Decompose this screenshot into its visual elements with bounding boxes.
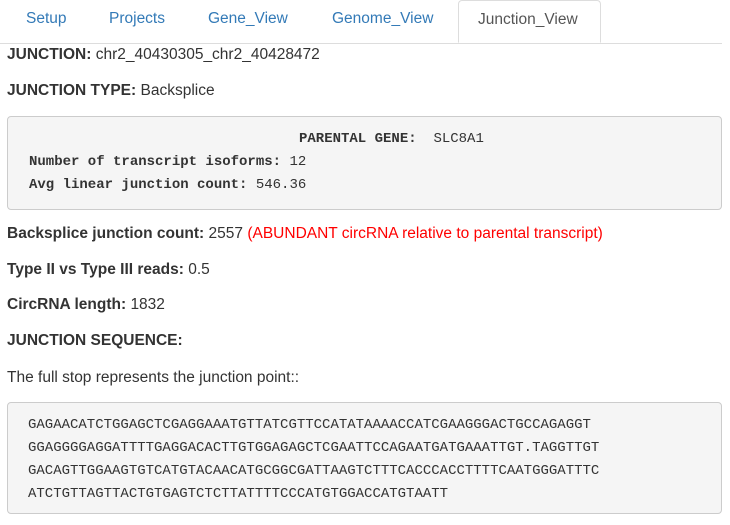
type-reads-row: Type II vs Type III reads: 0.5	[7, 261, 210, 279]
tab-projects[interactable]: Projects	[109, 0, 165, 38]
tab-setup[interactable]: Setup	[26, 0, 67, 38]
tab-genome-view[interactable]: Genome_View	[332, 0, 433, 38]
backsplice-count-row: Backsplice junction count: 2557 (ABUNDAN…	[7, 225, 603, 243]
type-reads-value: 0.5	[188, 261, 210, 278]
sequence-line: ATCTGTTAGTTACTGTGAGTCTCTTATTTTCCCATGTGGA…	[28, 486, 449, 502]
junction-sequence-heading: JUNCTION SEQUENCE:	[7, 332, 183, 350]
junction-sequence-label: JUNCTION SEQUENCE:	[7, 332, 183, 349]
junction-value: chr2_40430305_chr2_40428472	[95, 46, 320, 63]
parental-gene-value: SLC8A1	[433, 131, 484, 147]
avg-linear-label: Avg linear junction count:	[29, 177, 248, 193]
parental-gene-label: PARENTAL GENE:	[299, 131, 417, 147]
junction-sequence-description: The full stop represents the junction po…	[7, 369, 300, 386]
backsplice-count-label: Backsplice junction count:	[7, 225, 205, 242]
backsplice-count-value: 2557	[208, 225, 244, 242]
sequence-line: GGAGGGGAGGATTTTGAGGACACTTGTGGAGAGCTCGAAT…	[28, 440, 600, 456]
parental-gene-box: PARENTAL GENE: SLC8A1 Number of transcri…	[7, 116, 722, 210]
circrna-length-value: 1832	[130, 296, 165, 313]
junction-label: JUNCTION:	[7, 46, 92, 63]
junction-type-label: JUNCTION TYPE:	[7, 82, 137, 99]
sequence-box: GAGAACATCTGGAGCTCGAGGAAATGTTATCGTTCCATAT…	[7, 402, 722, 514]
circrna-length-label: CircRNA length:	[7, 296, 127, 313]
junction-row: JUNCTION: chr2_40430305_chr2_40428472	[7, 46, 320, 64]
parental-gene-row: PARENTAL GENE: SLC8A1	[299, 131, 484, 147]
avg-linear-value: 546.36	[255, 177, 307, 193]
sequence-line: GAGAACATCTGGAGCTCGAGGAAATGTTATCGTTCCATAT…	[28, 417, 591, 433]
sequence-line: GACAGTTGGAAGTGTCATGTACAACATGCGGCGATTAAGT…	[28, 463, 600, 479]
junction-type-value: Backsplice	[140, 82, 215, 99]
avg-linear-row: Avg linear junction count: 546.36	[29, 177, 306, 193]
isoforms-row: Number of transcript isoforms: 12	[29, 154, 306, 170]
abundance-note: (ABUNDANT circRNA relative to parental t…	[247, 225, 603, 242]
tab-junction-view[interactable]: Junction_View	[458, 0, 601, 43]
tab-gene-view[interactable]: Gene_View	[208, 0, 288, 38]
isoforms-label: Number of transcript isoforms:	[29, 154, 282, 170]
type-reads-label: Type II vs Type III reads:	[7, 261, 184, 278]
circrna-length-row: CircRNA length: 1832	[7, 296, 165, 314]
nav-tabs: Setup Projects Gene_View Genome_View Jun…	[0, 0, 722, 44]
isoforms-value: 12	[289, 154, 307, 170]
junction-type-row: JUNCTION TYPE: Backsplice	[7, 82, 215, 100]
